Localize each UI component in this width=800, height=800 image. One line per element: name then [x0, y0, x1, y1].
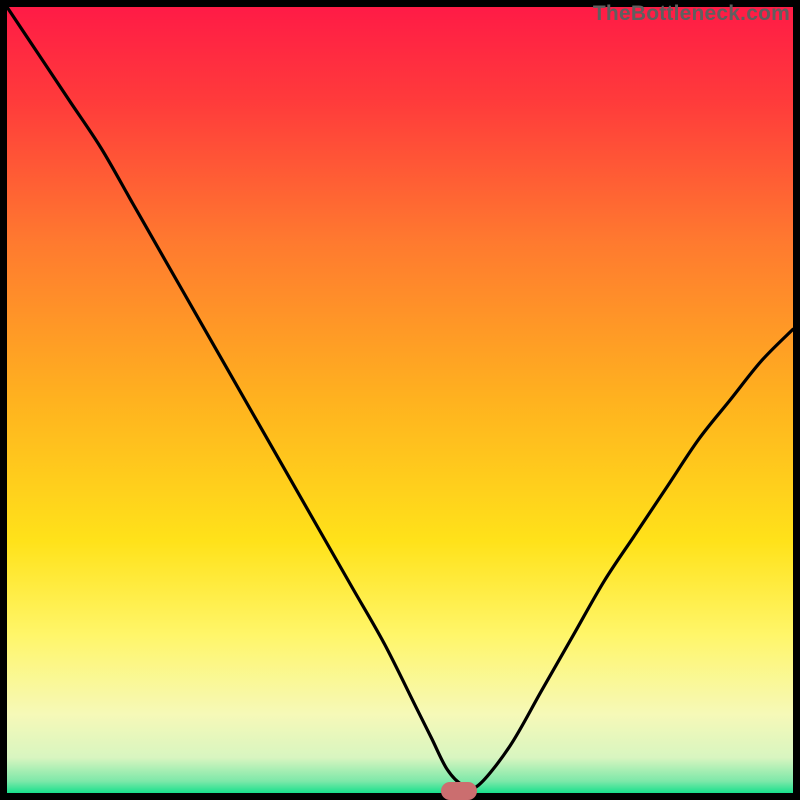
- watermark-label: TheBottleneck.com: [593, 2, 790, 26]
- curve-layer: [7, 7, 793, 793]
- chart-frame: TheBottleneck.com: [0, 0, 800, 800]
- optimal-marker: [441, 782, 476, 800]
- bottleneck-curve: [7, 7, 793, 789]
